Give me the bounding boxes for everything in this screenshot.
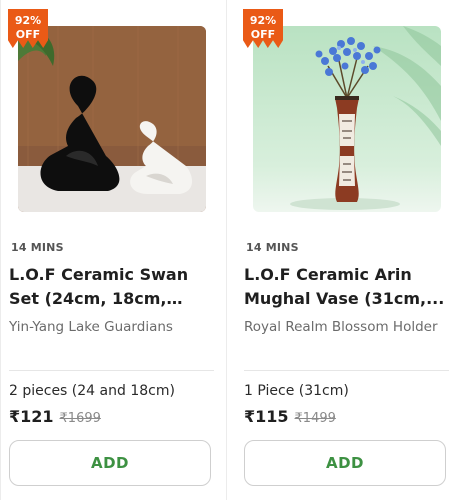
grid-divider [226,0,227,500]
product-image-swan-set[interactable] [18,26,206,212]
price-row: ₹121 ₹1699 [9,407,101,426]
product-title[interactable]: L.O.F Ceramic Arin Mughal Vase (31cm,... [244,263,449,311]
product-card-mughal-vase[interactable]: 92% OFF 14 MINS L.O.F Ceramic Arin Mugha… [239,0,455,500]
delivery-eta: 14 MINS [11,241,64,254]
product-image-mughal-vase[interactable] [253,26,441,212]
selling-price: ₹115 [244,407,289,426]
product-subtitle: Yin-Yang Lake Guardians [9,319,173,335]
original-price: ₹1699 [59,411,101,426]
original-price: ₹1499 [294,411,336,426]
add-to-cart-button[interactable]: ADD [244,440,446,486]
product-card-swan-set[interactable]: 92% OFF 14 MINS L.O.F Ceramic Swan Set (… [4,0,220,500]
card-divider [244,370,449,371]
product-quantity: 1 Piece (31cm) [244,383,349,399]
product-quantity: 2 pieces (24 and 18cm) [9,383,175,399]
add-to-cart-button[interactable]: ADD [9,440,211,486]
product-title[interactable]: L.O.F Ceramic Swan Set (24cm, 18cm, Blac… [9,263,214,311]
grid-divider [0,0,1,500]
delivery-eta: 14 MINS [246,241,299,254]
card-divider [9,370,214,371]
selling-price: ₹121 [9,407,54,426]
product-grid: 92% OFF 14 MINS L.O.F Ceramic Swan Set (… [0,0,458,500]
product-subtitle: Royal Realm Blossom Holder [244,319,438,335]
price-row: ₹115 ₹1499 [244,407,336,426]
